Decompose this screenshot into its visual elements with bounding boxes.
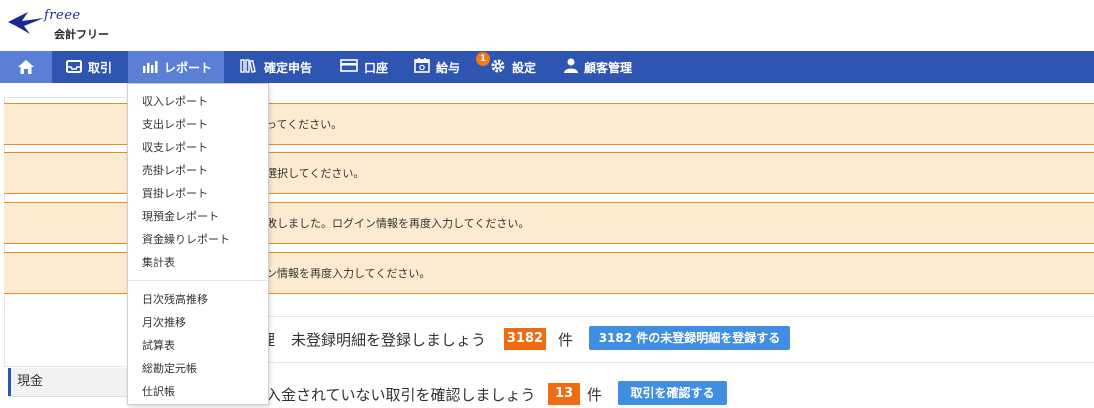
menu-item-income-report[interactable]: 収入レポート: [142, 93, 208, 109]
nav-tax-return-label: 確定申告: [264, 60, 313, 75]
nav-transactions-label: 取引: [88, 60, 113, 75]
nav-reports[interactable]: レポート: [128, 51, 224, 83]
menu-item-general-ledger[interactable]: 総勘定元帳: [142, 360, 197, 376]
nav-settings-label: 設定: [512, 60, 537, 75]
task-row-text: 未登録明細を登録しましょう: [291, 331, 487, 349]
alert-message: 選択してください。: [266, 167, 365, 180]
menu-separator: [128, 280, 268, 281]
alert-message: ってください。: [266, 118, 343, 131]
menu-item-monthly-trend[interactable]: 月次推移: [142, 314, 186, 330]
menu-item-balance-report[interactable]: 収支レポート: [142, 139, 208, 155]
nav-reports-label: レポート: [164, 60, 213, 75]
nav-accounts[interactable]: 口座: [340, 51, 388, 83]
card-icon: [340, 59, 358, 75]
bird-logo-icon: [8, 12, 44, 34]
settings-notification-badge[interactable]: 1: [476, 52, 490, 66]
sidebar-item-cash[interactable]: 現金: [8, 368, 128, 396]
sidebar-divider: [8, 396, 128, 397]
nav-payroll-label: 給与: [436, 60, 461, 75]
calendar-icon: [414, 58, 430, 76]
nav-transactions[interactable]: 取引: [66, 51, 112, 83]
nav-payroll[interactable]: 給与: [414, 51, 460, 83]
nav-accounts-label: 口座: [364, 60, 389, 75]
count-unit: 件: [587, 386, 603, 404]
logo-text: 会計フリー: [54, 28, 109, 41]
menu-item-receivables-report[interactable]: 売掛レポート: [142, 162, 208, 178]
count-unit: 件: [558, 331, 574, 349]
menu-item-summary-table[interactable]: 集計表: [142, 254, 175, 270]
menu-item-payables-report[interactable]: 買掛レポート: [142, 185, 208, 201]
bar-chart-icon: [142, 59, 158, 76]
nav-tax-return[interactable]: 確定申告: [240, 51, 312, 83]
menu-item-trial-balance[interactable]: 試算表: [142, 337, 175, 353]
menu-item-expense-report[interactable]: 支出レポート: [142, 116, 208, 132]
home-icon: [18, 60, 34, 74]
unregistered-count-badge: 3182: [504, 328, 546, 350]
inbox-icon: [66, 59, 82, 76]
main-nav: 取引 レポート 確定申告 口座 給与 設定 顧客管理: [0, 51, 1094, 83]
menu-item-cashflow-report[interactable]: 資金繰りレポート: [142, 231, 230, 247]
nav-settings[interactable]: 設定: [490, 51, 536, 83]
confirm-transactions-button[interactable]: 取引を確認する: [618, 381, 727, 405]
nav-customers-label: 顧客管理: [584, 60, 633, 75]
gear-icon: [490, 58, 506, 77]
menu-item-cash-report[interactable]: 現預金レポート: [142, 208, 219, 224]
books-icon: [240, 58, 258, 76]
menu-item-journal[interactable]: 仕訳帳: [142, 383, 175, 399]
unpaid-count-badge: 13: [548, 383, 580, 405]
menu-item-daily-balance[interactable]: 日次残高推移: [142, 291, 208, 307]
nav-home[interactable]: [0, 51, 52, 83]
alert-message: 敗しました。ログイン情報を再度入力してください。: [266, 217, 530, 230]
task-row-unregistered: 理 未登録明細を登録しましょう 3182 件 3182 件の未登録明細を登録する: [246, 316, 1094, 362]
reports-dropdown-menu: 収入レポート 支出レポート 収支レポート 売掛レポート 買掛レポート 現預金レポ…: [127, 83, 269, 405]
logo-script-text: freee: [44, 8, 81, 23]
freee-logo[interactable]: freee 会計フリー: [6, 6, 126, 42]
task-row-unpaid: 入金されていない取引を確認しましょう 13 件 取引を確認する: [246, 362, 1094, 408]
user-icon: [564, 58, 578, 76]
header: freee 会計フリー: [0, 0, 1094, 51]
register-statements-button[interactable]: 3182 件の未登録明細を登録する: [589, 326, 790, 350]
nav-customers[interactable]: 顧客管理: [564, 51, 632, 83]
alert-message: ン情報を再度入力してください。: [266, 267, 431, 280]
task-row-text: 入金されていない取引を確認しましょう: [266, 386, 536, 404]
